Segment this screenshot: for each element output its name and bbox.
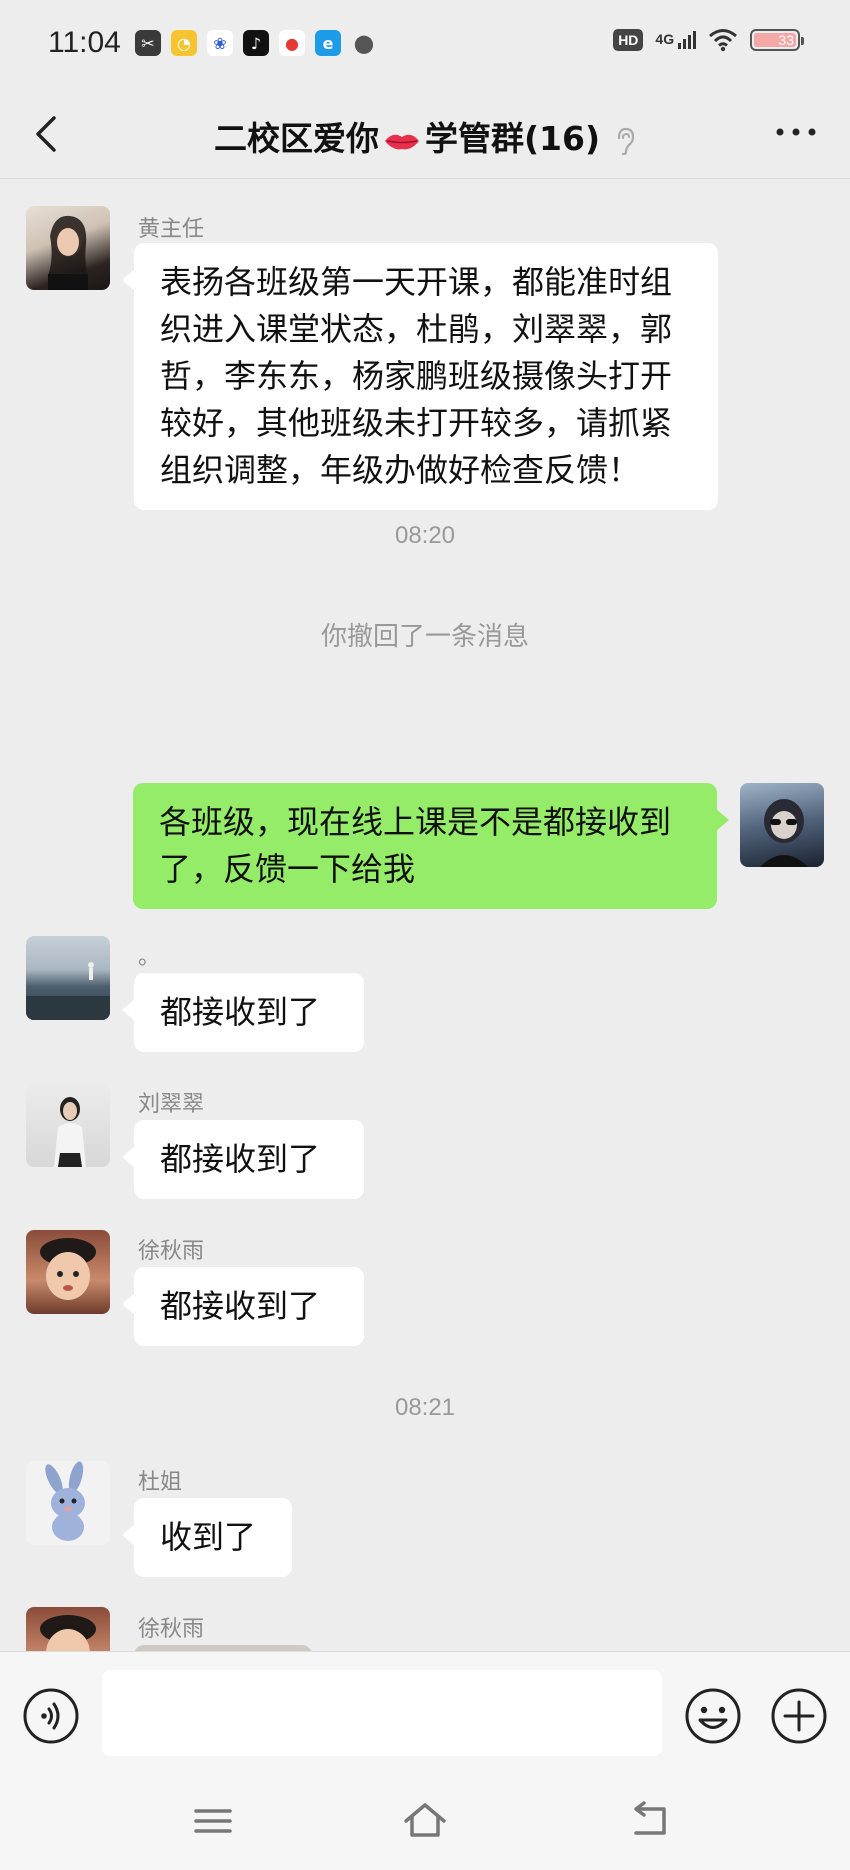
back-icon[interactable]: [624, 1799, 674, 1843]
chat-bubble-icon: ●: [353, 29, 375, 57]
avatar-sender-6[interactable]: [26, 1461, 110, 1545]
timestamp: 08:20: [394, 522, 456, 549]
plus-icon[interactable]: [770, 1687, 828, 1745]
status-app-icons: ✂ ◔ ❀ ♪ ● e ●: [135, 29, 377, 57]
avatar-sender-3[interactable]: [26, 936, 110, 1020]
message-input[interactable]: [102, 1670, 662, 1756]
message-bubble-self[interactable]: 各班级，现在线上课是不是都接收到了，反馈一下给我: [133, 783, 729, 909]
hd-badge: HD: [613, 29, 644, 51]
status-bar: 11:04 ✂ ◔ ❀ ♪ ● e ● HD 4G 33: [0, 0, 850, 90]
lips-emoji-icon: [384, 134, 419, 149]
home-icon[interactable]: [400, 1799, 450, 1843]
title-text-after: 学管群(16): [424, 119, 601, 158]
status-right: HD 4G 33: [613, 28, 804, 52]
sender-name: 徐秋雨: [138, 1617, 205, 1642]
chat-header: 二校区爱你 学管群(16): [0, 90, 850, 179]
emoji-icon[interactable]: [684, 1687, 742, 1745]
scissors-app-icon: ✂: [135, 30, 161, 56]
tiktok-icon: ♪: [243, 30, 269, 56]
sender-name: 杜姐: [138, 1470, 183, 1495]
voice-icon[interactable]: [22, 1687, 80, 1745]
duck-app-icon: ◔: [171, 30, 197, 56]
system-nav-bar: [0, 1777, 850, 1870]
sender-name: 。: [138, 945, 161, 970]
status-time: 11:04: [48, 26, 121, 59]
network-badge: 4G: [655, 30, 696, 50]
battery-level: 33: [778, 32, 794, 48]
avatar-self[interactable]: [740, 783, 824, 867]
avatar-sender-7[interactable]: [26, 1607, 110, 1651]
avatar-sender-5[interactable]: [26, 1230, 110, 1314]
message-bubble[interactable]: 都接收到了: [122, 1120, 364, 1199]
chat-title: 二校区爱你 学管群(16): [0, 112, 850, 160]
more-dots-icon[interactable]: [774, 120, 818, 144]
chat-message-list[interactable]: 黄主任 表扬各班级第一天开课，都能准时组织进入课堂状态，杜鹃，刘翠翠，郭哲，李东…: [0, 179, 850, 1651]
title-text-before: 二校区爱你: [213, 119, 379, 158]
sender-name: 徐秋雨: [138, 1239, 205, 1264]
timestamp: 08:21: [394, 1394, 456, 1421]
avatar-sender-4[interactable]: [26, 1083, 110, 1167]
menu-icon[interactable]: [188, 1799, 238, 1843]
message-bubble[interactable]: 表扬各班级第一天开课，都能准时组织进入课堂状态，杜鹃，刘翠翠，郭哲，李东东，杨家…: [122, 243, 718, 510]
system-message-recalled: 你撤回了一条消息: [320, 622, 529, 652]
wifi-icon: [709, 29, 737, 52]
avatar-sender-1[interactable]: [26, 206, 110, 290]
baidu-paw-icon: ❀: [207, 30, 233, 56]
battery-icon: 33: [750, 29, 804, 51]
sender-name: 刘翠翠: [138, 1092, 205, 1117]
input-bar: [0, 1651, 850, 1778]
map-pin-app-icon: ●: [279, 30, 305, 56]
message-bubble[interactable]: 都接收到了: [122, 1267, 364, 1346]
browser-e-icon: e: [315, 30, 341, 56]
signal-icon: [678, 31, 696, 50]
message-bubble[interactable]: 都接收到了: [122, 973, 364, 1052]
message-bubble[interactable]: 收到了: [122, 1498, 292, 1577]
ear-icon: [617, 127, 635, 155]
network-label: 4G: [655, 30, 675, 47]
sender-name: 黄主任: [138, 217, 205, 242]
